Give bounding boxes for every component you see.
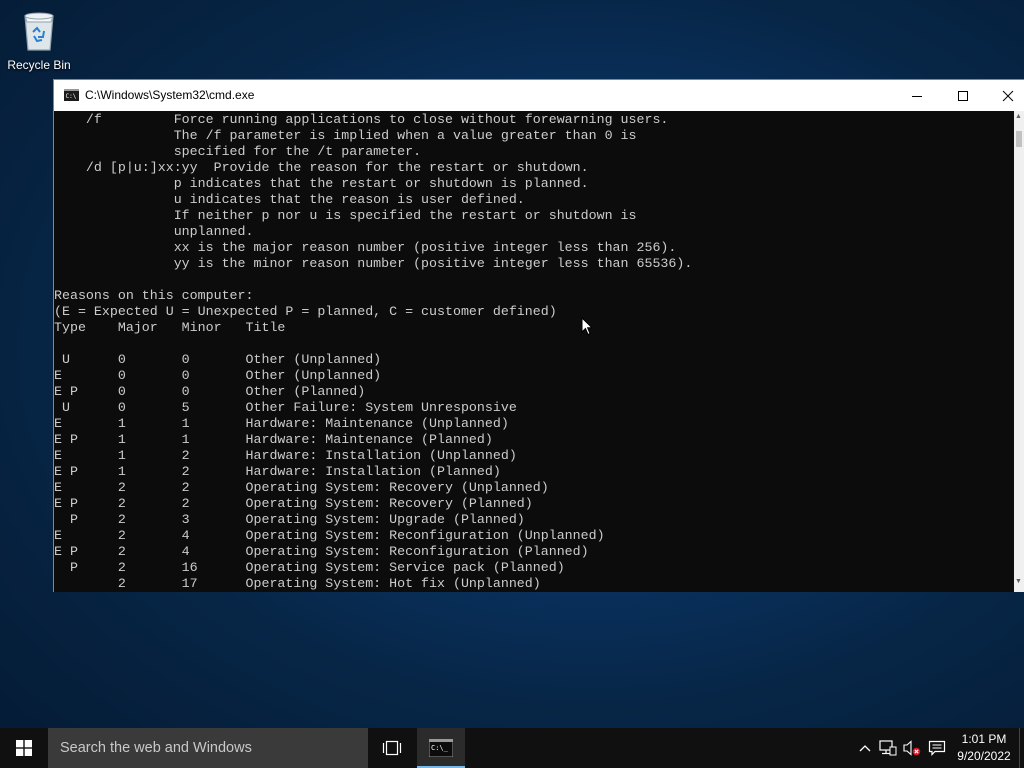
console-line: /d [p|u:]xx:yy Provide the reason for th… — [54, 160, 589, 175]
console-line: The /f parameter is implied when a value… — [54, 128, 637, 143]
network-icon — [879, 740, 897, 756]
cmd-icon: C:\ — [64, 89, 79, 101]
clock-time: 1:01 PM — [961, 732, 1007, 746]
console-line: E P 0 0 Other (Planned) — [54, 384, 366, 399]
start-button[interactable] — [0, 728, 48, 768]
cmd-icon: C:\_ — [429, 739, 453, 757]
search-box[interactable]: Search the web and Windows — [48, 728, 368, 768]
console-line: 2 17 Operating System: Hot fix (Unplanne… — [54, 576, 541, 591]
console-output[interactable]: /f Force running applications to close w… — [54, 111, 1014, 592]
notification-icon — [928, 740, 946, 756]
console-line: specified for the /t parameter. — [54, 144, 422, 159]
console-line: u indicates that the reason is user defi… — [54, 192, 525, 207]
console-line: P 2 16 Operating System: Service pack (P… — [54, 560, 565, 575]
minimize-button[interactable] — [894, 80, 940, 111]
console-line: E P 2 2 Operating System: Recovery (Plan… — [54, 496, 533, 511]
console-lines: /f Force running applications to close w… — [54, 112, 692, 592]
title-bar[interactable]: C:\ C:\Windows\System32\cmd.exe — [54, 80, 1024, 111]
console-line: unplanned. — [54, 224, 254, 239]
clock-date: 9/20/2022 — [957, 749, 1011, 763]
minimize-icon — [912, 95, 922, 97]
recycle-bin-shortcut[interactable]: Recycle Bin — [4, 6, 74, 76]
maximize-button[interactable] — [940, 80, 986, 111]
desktop: Recycle Bin C:\ C:\Windows\System32\cmd.… — [0, 0, 1024, 768]
console-line: (E = Expected U = Unexpected P = planned… — [54, 304, 557, 319]
console-line: p indicates that the restart or shutdown… — [54, 176, 589, 191]
scroll-up-arrow[interactable]: ▲ — [1015, 113, 1022, 121]
console-line: E 2 4 Operating System: Reconfiguration … — [54, 528, 605, 543]
network-button[interactable] — [878, 738, 898, 758]
console-line: Reasons on this computer: — [54, 288, 254, 303]
vertical-scrollbar[interactable]: ▲ ▼ — [1014, 111, 1024, 592]
mouse-cursor-icon — [581, 317, 593, 336]
svg-text:C:\_: C:\_ — [431, 744, 449, 752]
console-line: E P 2 4 Operating System: Reconfiguratio… — [54, 544, 589, 559]
task-view-icon — [382, 740, 402, 756]
cmd-taskbar-button[interactable]: C:\_ — [417, 728, 465, 768]
volume-muted-icon — [903, 740, 921, 756]
console-line: Type Major Minor Title — [54, 320, 286, 335]
close-icon — [1002, 90, 1014, 101]
show-desktop-button[interactable] — [1019, 728, 1024, 768]
maximize-icon — [958, 90, 968, 101]
console-line: P 2 3 Operating System: Upgrade (Planned… — [54, 512, 525, 527]
console-line: xx is the major reason number (positive … — [54, 240, 677, 255]
taskbar: Search the web and Windows C:\_ 1:01 PM … — [0, 728, 1024, 768]
console-line: E 0 0 Other (Unplanned) — [54, 368, 382, 383]
svg-text:C:\: C:\ — [66, 93, 77, 100]
search-placeholder: Search the web and Windows — [60, 740, 252, 756]
window-title: C:\Windows\System32\cmd.exe — [85, 88, 255, 102]
console-line: E 1 2 Hardware: Installation (Unplanned) — [54, 448, 517, 463]
console-line: E P 1 1 Hardware: Maintenance (Planned) — [54, 432, 493, 447]
scroll-thumb[interactable] — [1016, 131, 1022, 147]
windows-logo-icon — [16, 740, 32, 756]
scroll-down-arrow[interactable]: ▼ — [1015, 578, 1022, 586]
recycle-bin-label: Recycle Bin — [7, 58, 71, 72]
show-hidden-icons-button[interactable] — [855, 738, 875, 758]
clock[interactable]: 1:01 PM 9/20/2022 — [950, 731, 1018, 765]
console-line: E P 1 2 Hardware: Installation (Planned) — [54, 464, 501, 479]
console-line: U 0 0 Other (Unplanned) — [54, 352, 382, 367]
console-line: /f Force running applications to close w… — [54, 112, 669, 127]
console-line: yy is the minor reason number (positive … — [54, 256, 693, 271]
volume-button[interactable] — [902, 738, 922, 758]
chevron-up-icon — [859, 745, 871, 752]
task-view-button[interactable] — [368, 728, 416, 768]
console-line: E 2 2 Operating System: Recovery (Unplan… — [54, 480, 549, 495]
recycle-bin-icon — [24, 12, 54, 51]
close-button[interactable] — [985, 80, 1024, 111]
console-line: E 1 1 Hardware: Maintenance (Unplanned) — [54, 416, 509, 431]
console-line: If neither p nor u is specified the rest… — [54, 208, 637, 223]
cmd-window[interactable]: C:\ C:\Windows\System32\cmd.exe /f Force… — [53, 79, 1024, 592]
action-center-button[interactable] — [927, 738, 947, 758]
console-line: U 0 5 Other Failure: System Unresponsive — [54, 400, 517, 415]
